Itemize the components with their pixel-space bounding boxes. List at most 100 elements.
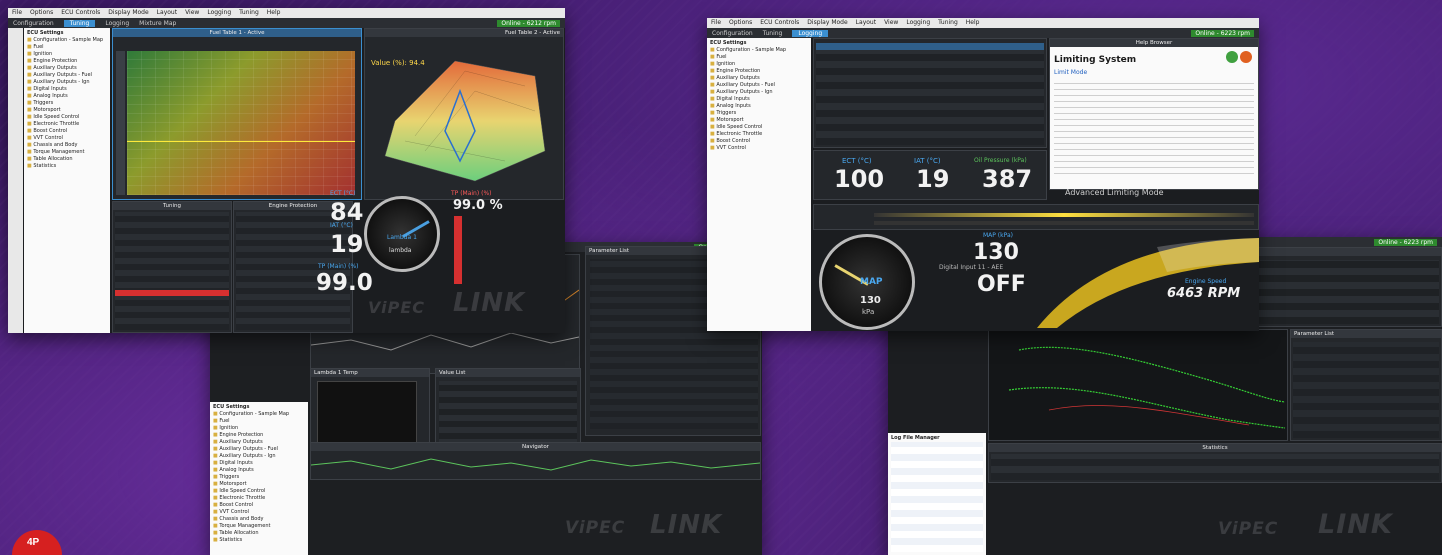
tree-item[interactable]: Auxiliary Outputs (710, 75, 808, 82)
tree-item[interactable]: Motorsport (213, 481, 305, 488)
selected-row[interactable] (816, 43, 1044, 50)
tree-item[interactable]: Auxiliary Outputs - Fuel (213, 446, 305, 453)
menu-tuning[interactable]: Tuning (938, 19, 958, 27)
tree-item[interactable]: Ignition (27, 51, 107, 58)
tree-item[interactable]: Fuel (710, 54, 808, 61)
menu-logging[interactable]: Logging (906, 19, 930, 27)
side-dock-strip[interactable] (8, 28, 23, 333)
tree-item[interactable]: Ignition (710, 61, 808, 68)
tree-item[interactable]: Engine Protection (213, 432, 305, 439)
tree-item[interactable]: Electronic Throttle (27, 121, 107, 128)
tree-item[interactable]: Configuration - Sample Map (710, 47, 808, 54)
tree-item[interactable]: Torque Management (27, 149, 107, 156)
menu-help[interactable]: Help (966, 19, 980, 27)
tree-item[interactable]: VVT Control (27, 135, 107, 142)
tree-item[interactable]: Statistics (27, 163, 107, 170)
tree-item[interactable]: Table Allocation (27, 156, 107, 163)
tree-item[interactable]: Fuel (27, 44, 107, 51)
menu-file[interactable]: File (711, 19, 721, 27)
tree-item[interactable]: Engine Protection (710, 68, 808, 75)
menu-layout[interactable]: Layout (157, 9, 177, 17)
menu-logging[interactable]: Logging (207, 9, 231, 17)
tree-item[interactable]: Triggers (27, 100, 107, 107)
menu-help[interactable]: Help (267, 9, 281, 17)
menu-display-mode[interactable]: Display Mode (108, 9, 148, 17)
plot-title: Fuel Table 2 - Active (365, 29, 563, 37)
menu-options[interactable]: Options (30, 9, 53, 17)
lambda-bar-panel (813, 204, 1259, 230)
fuel-table-panel[interactable]: Fuel Table 1 - Active (112, 28, 362, 200)
tree-item[interactable]: Configuration - Sample Map (27, 37, 107, 44)
tab-configuration[interactable]: Configuration (13, 20, 54, 27)
fuel-table-3d-panel[interactable]: Fuel Table 2 - Active Value (%): 94.4 (364, 28, 564, 200)
tree-item[interactable]: Auxiliary Outputs (213, 439, 305, 446)
tree-item[interactable]: Idle Speed Control (27, 114, 107, 121)
nav-back-icon[interactable] (1240, 51, 1252, 63)
tree-item[interactable]: Auxiliary Outputs - Ign (27, 79, 107, 86)
tree-item[interactable]: Digital Inputs (27, 86, 107, 93)
help-title: Help Browser (1050, 39, 1258, 47)
navigator-panel[interactable]: Navigator (310, 442, 761, 480)
tree-item[interactable]: Auxiliary Outputs - Fuel (27, 72, 107, 79)
tree-item[interactable]: Analog Inputs (213, 467, 305, 474)
menu-tuning[interactable]: Tuning (239, 9, 259, 17)
menu-layout[interactable]: Layout (856, 19, 876, 27)
tab-tuning[interactable]: Tuning (763, 30, 783, 37)
oil-pressure-label: Oil Pressure (kPa) (974, 157, 1027, 164)
tab-logging[interactable]: Logging (792, 29, 829, 37)
ecu-settings-tree[interactable]: ECU Settings Configuration - Sample Map … (707, 38, 811, 331)
tree-item[interactable]: Electronic Throttle (213, 495, 305, 502)
menu-view[interactable]: View (884, 19, 898, 27)
tree-item[interactable]: Triggers (213, 474, 305, 481)
tree-item[interactable]: Boost Control (213, 502, 305, 509)
tree-item[interactable]: VVT Control (213, 509, 305, 516)
online-status-badge: Online - 6223 rpm (1191, 29, 1254, 37)
menu-view[interactable]: View (185, 9, 199, 17)
tree-item[interactable]: Boost Control (27, 128, 107, 135)
tree-item[interactable]: Chassis and Body (27, 142, 107, 149)
tree-item[interactable]: Idle Speed Control (213, 488, 305, 495)
tree-item[interactable]: Motorsport (710, 117, 808, 124)
tree-item[interactable]: Digital Inputs (710, 96, 808, 103)
nav-home-icon[interactable] (1226, 51, 1238, 63)
menu-file[interactable]: File (12, 9, 22, 17)
tree-item[interactable]: Boost Control (710, 138, 808, 145)
fuel-table-grid[interactable] (127, 51, 355, 195)
tab-configuration[interactable]: Configuration (712, 30, 753, 37)
tree-item[interactable]: Fuel (213, 418, 305, 425)
tree-item[interactable]: Auxiliary Outputs - Ign (213, 453, 305, 460)
tree-item[interactable]: Auxiliary Outputs (27, 65, 107, 72)
tree-item[interactable]: Auxiliary Outputs - Ign (710, 89, 808, 96)
tree-item[interactable]: Engine Protection (27, 58, 107, 65)
tree-item[interactable]: Table Allocation (213, 530, 305, 537)
menu-ecu-controls[interactable]: ECU Controls (61, 9, 100, 17)
tree-item[interactable]: Statistics (213, 537, 305, 544)
tab-mixture-map[interactable]: Mixture Map (139, 20, 176, 27)
ecu-settings-tree[interactable]: ECU Settings Configuration - Sample Map … (24, 28, 110, 333)
menu-display-mode[interactable]: Display Mode (807, 19, 847, 27)
tree-item[interactable]: Auxiliary Outputs - Fuel (710, 82, 808, 89)
limit-settings-panel[interactable] (813, 38, 1047, 148)
tree-item[interactable]: Triggers (710, 110, 808, 117)
tree-item[interactable]: Ignition (213, 425, 305, 432)
tree-item[interactable]: Analog Inputs (710, 103, 808, 110)
map-value: 130 (973, 240, 1019, 265)
navigator-trace[interactable] (310, 451, 761, 479)
tree-item[interactable]: Configuration - Sample Map (213, 411, 305, 418)
tab-logging[interactable]: Logging (105, 20, 129, 27)
tree-item[interactable]: Idle Speed Control (710, 124, 808, 131)
help-browser-panel[interactable]: Help Browser Limiting System Limit Mode (1049, 38, 1259, 190)
tree-item[interactable]: Chassis and Body (213, 516, 305, 523)
log-file-manager[interactable]: Log File Manager (888, 433, 986, 555)
ecu-settings-tree-small[interactable]: ECU Settings Configuration - Sample Map … (210, 402, 308, 555)
tree-item[interactable]: VVT Control (710, 145, 808, 152)
fuel-surface-plot[interactable] (365, 41, 565, 191)
tab-tuning[interactable]: Tuning (63, 19, 96, 27)
menu-ecu-controls[interactable]: ECU Controls (760, 19, 799, 27)
tree-item[interactable]: Electronic Throttle (710, 131, 808, 138)
tree-item[interactable]: Torque Management (213, 523, 305, 530)
tree-item[interactable]: Analog Inputs (27, 93, 107, 100)
menu-options[interactable]: Options (729, 19, 752, 27)
tree-item[interactable]: Digital Inputs (213, 460, 305, 467)
tree-item[interactable]: Motorsport (27, 107, 107, 114)
